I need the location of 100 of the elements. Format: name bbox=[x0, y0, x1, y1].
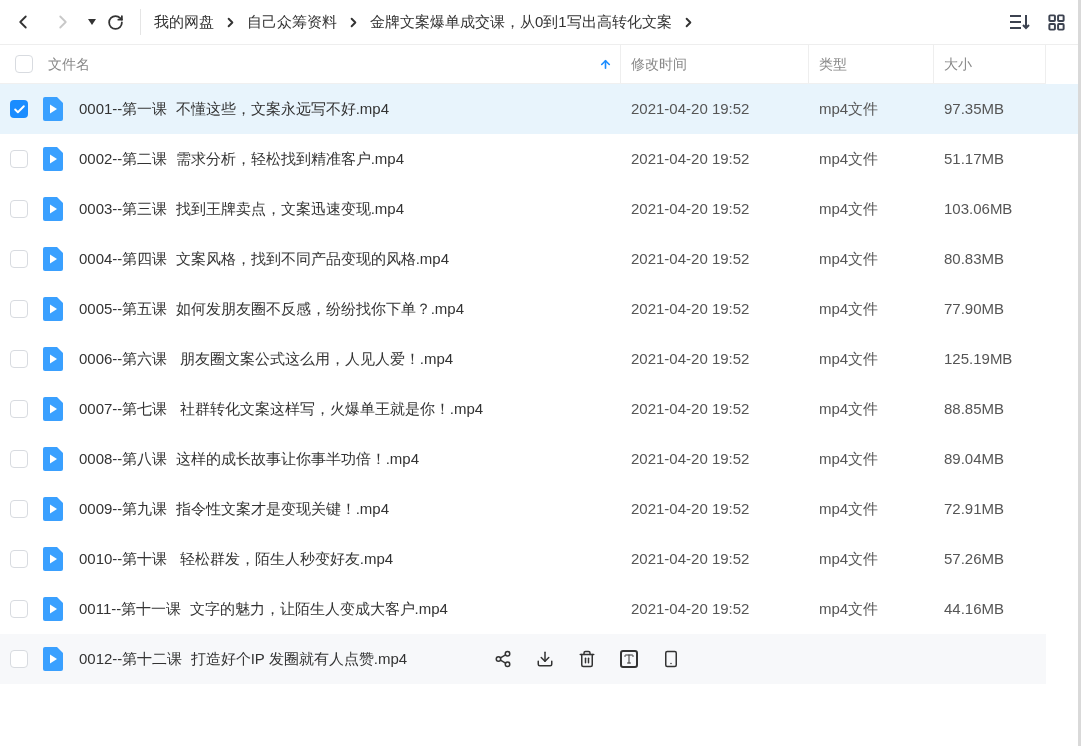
video-file-icon bbox=[43, 247, 63, 271]
file-name[interactable]: 0007--第七课 社群转化文案这样写，火爆单王就是你！.mp4 bbox=[79, 399, 484, 417]
modified-time: 2021-04-20 19:52 bbox=[631, 499, 750, 517]
checkbox[interactable] bbox=[10, 600, 28, 618]
file-type: mp4文件 bbox=[819, 299, 879, 317]
share-icon[interactable] bbox=[494, 650, 512, 668]
delete-icon[interactable] bbox=[578, 650, 596, 668]
file-name[interactable]: 0005--第五课 如何发朋友圈不反感，纷纷找你下单？.mp4 bbox=[79, 299, 465, 317]
file-row[interactable]: 0006--第六课 朋友圈文案公式这么用，人见人爱！.mp4 2021-04-20 19:52 mp4文件 125.19MB bbox=[0, 334, 1078, 384]
modified-time: 2021-04-20 19:52 bbox=[631, 199, 750, 217]
file-row[interactable]: 0009--第九课 指令性文案才是变现关键！.mp4 2021-04-20 19:52 mp4文件 72.91MB bbox=[0, 484, 1078, 534]
file-name[interactable]: 0010--第十课 轻松群发，陌生人秒变好友.mp4 bbox=[79, 549, 394, 567]
file-size: 57.26MB bbox=[944, 549, 1005, 567]
modified-time: 2021-04-20 19:52 bbox=[631, 299, 750, 317]
file-row[interactable]: 0008--第八课 这样的成长故事让你事半功倍！.mp4 2021-04-20 19:52 mp4文件 89.04MB bbox=[0, 434, 1078, 484]
column-header[interactable]: 文件名 bbox=[43, 45, 620, 83]
checkbox[interactable] bbox=[15, 55, 33, 73]
checkbox[interactable] bbox=[10, 650, 28, 668]
checkbox[interactable] bbox=[10, 250, 28, 268]
file-name[interactable]: 0008--第八课 这样的成长故事让你事半功倍！.mp4 bbox=[79, 449, 420, 467]
file-type: mp4文件 bbox=[819, 199, 879, 217]
video-file-icon bbox=[43, 447, 63, 471]
breadcrumb-link[interactable]: 金牌文案爆单成交课，从0到1写出高转化文案 bbox=[370, 10, 672, 34]
file-size: 44.16MB bbox=[944, 599, 1005, 617]
checkbox[interactable] bbox=[10, 200, 28, 218]
checkbox[interactable] bbox=[10, 500, 28, 518]
modified-time: 2021-04-20 19:52 bbox=[631, 249, 750, 267]
file-row[interactable]: 0003--第三课 找到王牌卖点，文案迅速变现.mp4 2021-04-20 19:52 mp4文件 103.06MB bbox=[0, 184, 1078, 234]
modified-time: 2021-04-20 19:52 bbox=[631, 449, 750, 467]
video-file-icon bbox=[43, 497, 63, 521]
file-row[interactable]: 0005--第五课 如何发朋友圈不反感，纷纷找你下单？.mp4 2021-04-20 19:52 mp4文件 77.90MB bbox=[0, 284, 1078, 334]
file-name[interactable]: 0006--第六课 朋友圈文案公式这么用，人见人爱！.mp4 bbox=[79, 349, 454, 367]
file-type: mp4文件 bbox=[819, 249, 879, 267]
modified-time: 2021-04-20 19:52 bbox=[631, 99, 750, 117]
column-label: 大小 bbox=[944, 54, 972, 74]
file-row[interactable]: 0004--第四课 文案风格，找到不同产品变现的风格.mp4 2021-04-20 19:52 mp4文件 80.83MB bbox=[0, 234, 1078, 284]
video-file-icon bbox=[43, 197, 63, 221]
column-label: 文件名 bbox=[48, 54, 90, 74]
column-header[interactable]: 类型 bbox=[808, 45, 933, 83]
breadcrumb-link[interactable]: 我的网盘 bbox=[154, 10, 214, 34]
checkbox[interactable] bbox=[10, 450, 28, 468]
file-type: mp4文件 bbox=[819, 399, 879, 417]
sort-icon[interactable] bbox=[1010, 14, 1030, 30]
modified-time: 2021-04-20 19:52 bbox=[631, 599, 750, 617]
checkbox[interactable] bbox=[10, 550, 28, 568]
file-size: 97.35MB bbox=[944, 99, 1005, 117]
checkbox[interactable] bbox=[10, 100, 28, 118]
refresh-icon[interactable] bbox=[107, 13, 124, 31]
checkbox[interactable] bbox=[10, 350, 28, 368]
breadcrumb-link[interactable]: 自己众筹资料 bbox=[247, 10, 337, 34]
video-file-icon bbox=[43, 347, 63, 371]
column-header[interactable]: 大小 bbox=[933, 45, 1046, 83]
dropdown-caret-icon[interactable] bbox=[88, 19, 96, 25]
video-file-icon bbox=[43, 647, 63, 671]
rename-icon[interactable] bbox=[620, 650, 638, 668]
checkbox[interactable] bbox=[10, 300, 28, 318]
file-type: mp4文件 bbox=[819, 99, 879, 117]
video-file-icon bbox=[43, 597, 63, 621]
file-row[interactable]: 0012--第十二课 打造好个IP 发圈就有人点赞.mp4 bbox=[0, 634, 1046, 684]
file-size: 72.91MB bbox=[944, 499, 1005, 517]
file-size: 51.17MB bbox=[944, 149, 1005, 167]
file-name[interactable]: 0001--第一课 不懂这些，文案永远写不好.mp4 bbox=[79, 99, 390, 117]
file-row[interactable]: 0007--第七课 社群转化文案这样写，火爆单王就是你！.mp4 2021-04-20 19:52 mp4文件 88.85MB bbox=[0, 384, 1078, 434]
file-size: 103.06MB bbox=[944, 199, 1013, 217]
modified-time: 2021-04-20 19:52 bbox=[631, 149, 750, 167]
checkbox[interactable] bbox=[10, 400, 28, 418]
file-name[interactable]: 0011--第十一课 文字的魅力，让陌生人变成大客户.mp4 bbox=[79, 599, 448, 617]
download-icon[interactable] bbox=[536, 650, 554, 668]
file-name[interactable]: 0004--第四课 文案风格，找到不同产品变现的风格.mp4 bbox=[79, 249, 450, 267]
video-file-icon bbox=[43, 97, 63, 121]
checkbox[interactable] bbox=[10, 150, 28, 168]
file-type: mp4文件 bbox=[819, 349, 879, 367]
modified-time: 2021-04-20 19:52 bbox=[631, 549, 750, 567]
phone-icon[interactable] bbox=[662, 650, 680, 668]
column-header[interactable]: 修改时间 bbox=[620, 45, 808, 83]
file-type: mp4文件 bbox=[819, 549, 879, 567]
file-name[interactable]: 0009--第九课 指令性文案才是变现关键！.mp4 bbox=[79, 499, 390, 517]
file-type: mp4文件 bbox=[819, 499, 879, 517]
file-type: mp4文件 bbox=[819, 449, 879, 467]
file-name[interactable]: 0002--第二课 需求分析，轻松找到精准客户.mp4 bbox=[79, 149, 405, 167]
video-file-icon bbox=[43, 147, 63, 171]
file-row[interactable]: 0002--第二课 需求分析，轻松找到精准客户.mp4 2021-04-20 19:52 mp4文件 51.17MB bbox=[0, 134, 1078, 184]
file-row[interactable]: 0011--第十一课 文字的魅力，让陌生人变成大客户.mp4 2021-04-20 19:52 mp4文件 44.16MB bbox=[0, 584, 1078, 634]
file-type: mp4文件 bbox=[819, 149, 879, 167]
file-row[interactable]: 0001--第一课 不懂这些，文案永远写不好.mp4 2021-04-20 19:52 mp4文件 97.35MB bbox=[0, 84, 1078, 134]
video-file-icon bbox=[43, 397, 63, 421]
file-name[interactable]: 0012--第十二课 打造好个IP 发圈就有人点赞.mp4 bbox=[79, 649, 408, 667]
file-type: mp4文件 bbox=[819, 599, 879, 617]
video-file-icon bbox=[43, 547, 63, 571]
video-file-icon bbox=[43, 297, 63, 321]
file-size: 80.83MB bbox=[944, 249, 1005, 267]
file-size: 77.90MB bbox=[944, 299, 1005, 317]
file-name[interactable]: 0003--第三课 找到王牌卖点，文案迅速变现.mp4 bbox=[79, 199, 405, 217]
file-row[interactable]: 0010--第十课 轻松群发，陌生人秒变好友.mp4 2021-04-20 19:52 mp4文件 57.26MB bbox=[0, 534, 1078, 584]
modified-time: 2021-04-20 19:52 bbox=[631, 349, 750, 367]
check-icon bbox=[12, 102, 26, 116]
modified-time: 2021-04-20 19:52 bbox=[631, 399, 750, 417]
column-label: 类型 bbox=[819, 54, 847, 74]
grid-view-icon[interactable] bbox=[1047, 12, 1066, 32]
column-label: 修改时间 bbox=[631, 54, 687, 74]
